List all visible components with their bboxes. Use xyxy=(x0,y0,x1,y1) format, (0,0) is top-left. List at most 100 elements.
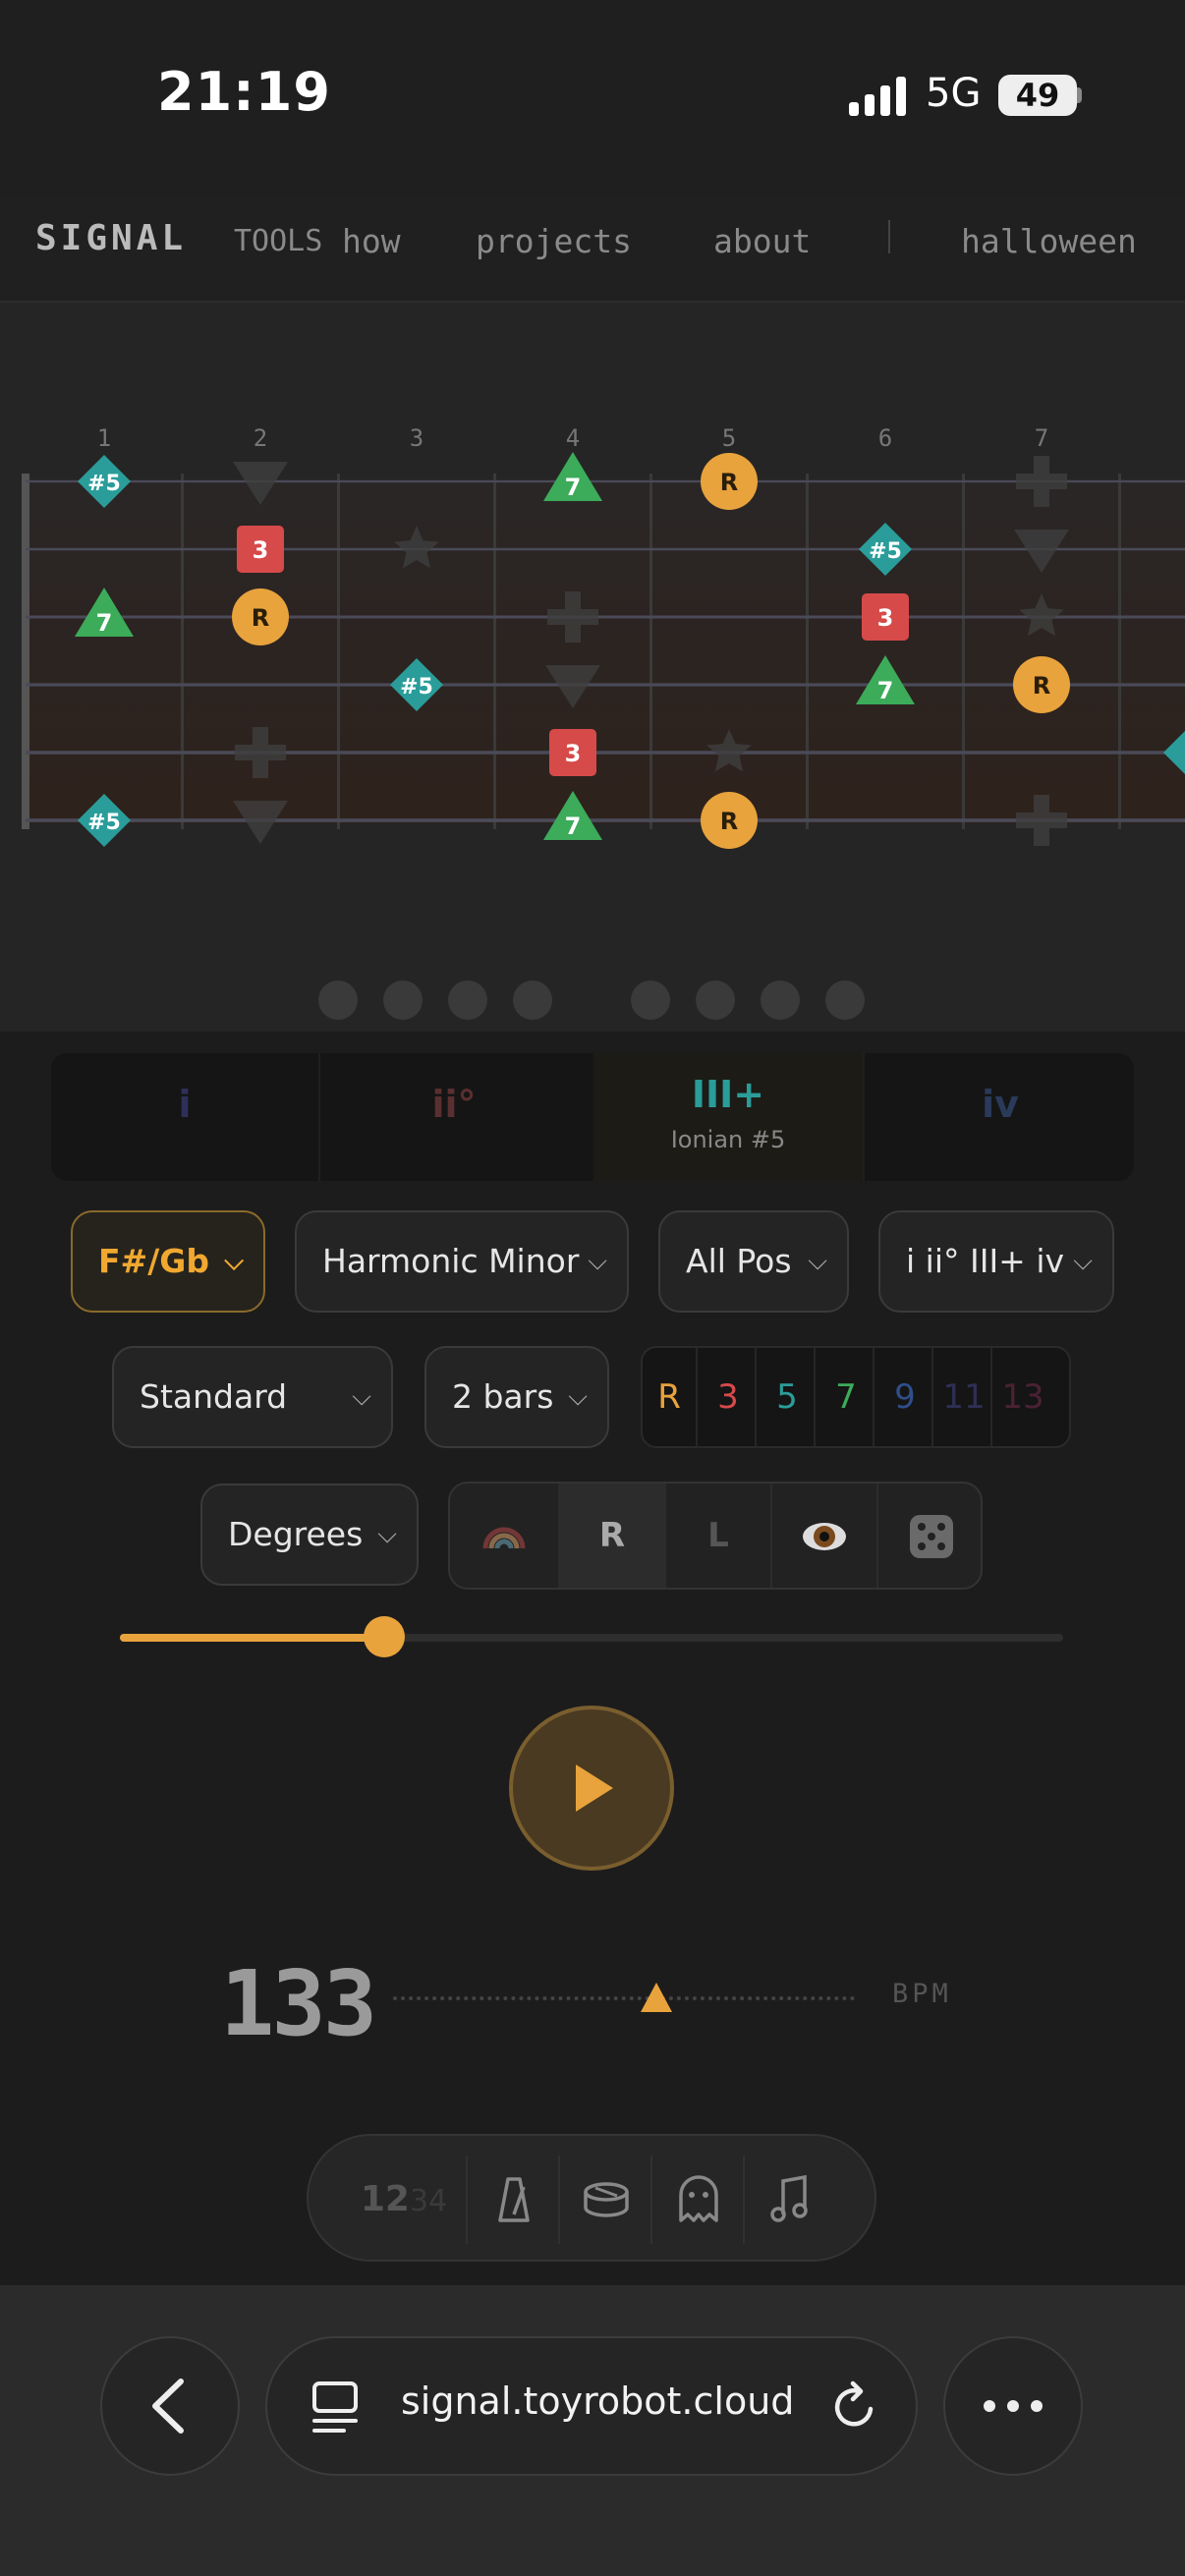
interval-toggle-9[interactable]: 9 xyxy=(878,1348,933,1446)
status-time: 21:19 xyxy=(157,61,331,123)
tab-label: i xyxy=(178,1083,192,1126)
dice-button[interactable] xyxy=(878,1484,981,1588)
page-dot[interactable] xyxy=(631,980,670,1020)
nav-about[interactable]: about xyxy=(713,222,811,260)
play-button[interactable] xyxy=(509,1706,674,1871)
scale-select[interactable]: Harmonic Minor ⌵ xyxy=(295,1210,629,1313)
tab-degree-1[interactable]: i xyxy=(51,1053,318,1181)
ghost-button[interactable] xyxy=(650,2156,745,2244)
interval-toggle-3[interactable]: 3 xyxy=(702,1348,757,1446)
note-marker[interactable]: R xyxy=(232,588,289,645)
tuning-value: Standard xyxy=(140,1377,288,1416)
nav-halloween[interactable]: halloween xyxy=(961,222,1137,260)
interval-toggle-7[interactable]: 7 xyxy=(819,1348,875,1446)
back-button[interactable] xyxy=(100,2336,240,2476)
note-marker[interactable]: R xyxy=(701,453,758,510)
chevron-down-icon: ⌵ xyxy=(1073,1247,1093,1276)
page-dot[interactable] xyxy=(825,980,865,1020)
music-note-button[interactable] xyxy=(743,2156,837,2244)
bpm-marker[interactable] xyxy=(641,1983,672,2012)
fret-number: 2 xyxy=(253,424,268,452)
more-icon xyxy=(984,2400,1043,2412)
note-label: 7 xyxy=(565,812,582,840)
bpm-scale[interactable] xyxy=(393,1996,855,2000)
chevron-down-icon: ⌵ xyxy=(588,1247,607,1276)
tab-label: ii° xyxy=(431,1083,477,1126)
label-mode-select[interactable]: Degrees ⌵ xyxy=(200,1484,419,1586)
eye-icon xyxy=(803,1523,846,1550)
tab-mode-name: Ionian #5 xyxy=(670,1126,786,1153)
progression-value: i ii° III+ iv xyxy=(906,1242,1065,1280)
fret-line xyxy=(337,474,340,829)
key-select[interactable]: F#/Gb ⌵ xyxy=(71,1210,265,1313)
note-label: #5 xyxy=(869,539,902,564)
progression-select[interactable]: i ii° III+ iv ⌵ xyxy=(878,1210,1114,1313)
note-marker[interactable]: R xyxy=(701,792,758,849)
ghost-icon xyxy=(679,2175,718,2222)
tab-degree-3-active[interactable]: III+ Ionian #5 xyxy=(593,1053,863,1181)
note-label: 3 xyxy=(253,536,269,564)
drum-button[interactable] xyxy=(558,2156,652,2244)
note-marker[interactable]: R xyxy=(1013,656,1070,713)
page-dot[interactable] xyxy=(513,980,552,1020)
chevron-down-icon: ⌵ xyxy=(352,1382,371,1412)
tab-degree-2[interactable]: ii° xyxy=(318,1053,588,1181)
reload-icon[interactable] xyxy=(829,2380,880,2435)
fret-line xyxy=(493,474,496,829)
tuning-select[interactable]: Standard ⌵ xyxy=(112,1346,393,1448)
page-dot[interactable] xyxy=(383,980,423,1020)
note-label: R xyxy=(1033,672,1050,700)
count-toggle[interactable]: 1234 xyxy=(309,2156,466,2244)
position-value: All Pos xyxy=(686,1242,792,1280)
url-text[interactable]: signal.toyrobot.cloud xyxy=(401,2380,794,2423)
page-dot[interactable] xyxy=(448,980,487,1020)
root-toggle[interactable]: R xyxy=(560,1484,666,1588)
note-label: R xyxy=(720,808,738,835)
fretboard[interactable]: #5 7 R 3 #5 7 R 3 #5 7 R 3 #5 7 R xyxy=(0,413,1185,884)
chevron-down-icon: ⌵ xyxy=(568,1382,588,1412)
nav-projects[interactable]: projects xyxy=(476,222,632,260)
note-label: #5 xyxy=(87,472,121,496)
bpm-value[interactable]: 133 xyxy=(220,1951,377,2056)
fret-number: 5 xyxy=(721,424,737,452)
fret-number: 6 xyxy=(877,424,893,452)
page-dot[interactable] xyxy=(696,980,735,1020)
bars-value: 2 bars xyxy=(452,1377,554,1416)
fret-line xyxy=(1118,474,1121,829)
signal-icon xyxy=(849,77,906,116)
tab-degree-4[interactable]: iv xyxy=(863,1053,1134,1181)
note-marker[interactable]: 3 xyxy=(862,593,909,641)
note-marker[interactable]: 7 xyxy=(543,452,602,501)
position-select[interactable]: All Pos ⌵ xyxy=(658,1210,849,1313)
metronome-icon xyxy=(498,2177,530,2222)
rainbow-toggle[interactable] xyxy=(450,1484,560,1588)
note-marker[interactable]: 3 xyxy=(549,729,596,776)
network-type: 5G xyxy=(926,71,982,116)
eye-toggle[interactable] xyxy=(772,1484,878,1588)
bpm-label: BPM xyxy=(892,1979,952,2009)
nav-tools[interactable]: TOOLS xyxy=(234,224,322,258)
interval-toggle-5[interactable]: 5 xyxy=(761,1348,816,1446)
tabs-icon[interactable] xyxy=(310,2380,362,2435)
fret-line xyxy=(806,474,809,829)
chevron-left-icon xyxy=(152,2379,184,2434)
metronome-button[interactable] xyxy=(466,2156,560,2244)
interval-toggle-root[interactable]: R xyxy=(643,1348,698,1446)
fret-line xyxy=(649,474,652,829)
interval-toggle-13[interactable]: 13 xyxy=(996,1348,1049,1446)
interval-toggle-11[interactable]: 11 xyxy=(937,1348,992,1446)
battery-icon: 49 xyxy=(998,75,1077,116)
nav-how[interactable]: how xyxy=(342,222,401,260)
tab-label: iv xyxy=(982,1083,1019,1126)
slider-handle[interactable] xyxy=(363,1616,405,1657)
page-dot[interactable] xyxy=(761,980,800,1020)
page-dot[interactable] xyxy=(318,980,358,1020)
lefty-toggle[interactable]: L xyxy=(666,1484,772,1588)
more-button[interactable] xyxy=(943,2336,1083,2476)
bars-select[interactable]: 2 bars ⌵ xyxy=(424,1346,609,1448)
label-mode-value: Degrees xyxy=(228,1515,364,1553)
note-marker[interactable]: 3 xyxy=(237,526,284,573)
brand-logo[interactable]: SIGNAL xyxy=(35,218,187,258)
scale-value: Harmonic Minor xyxy=(322,1242,580,1280)
dice-icon xyxy=(910,1515,953,1558)
